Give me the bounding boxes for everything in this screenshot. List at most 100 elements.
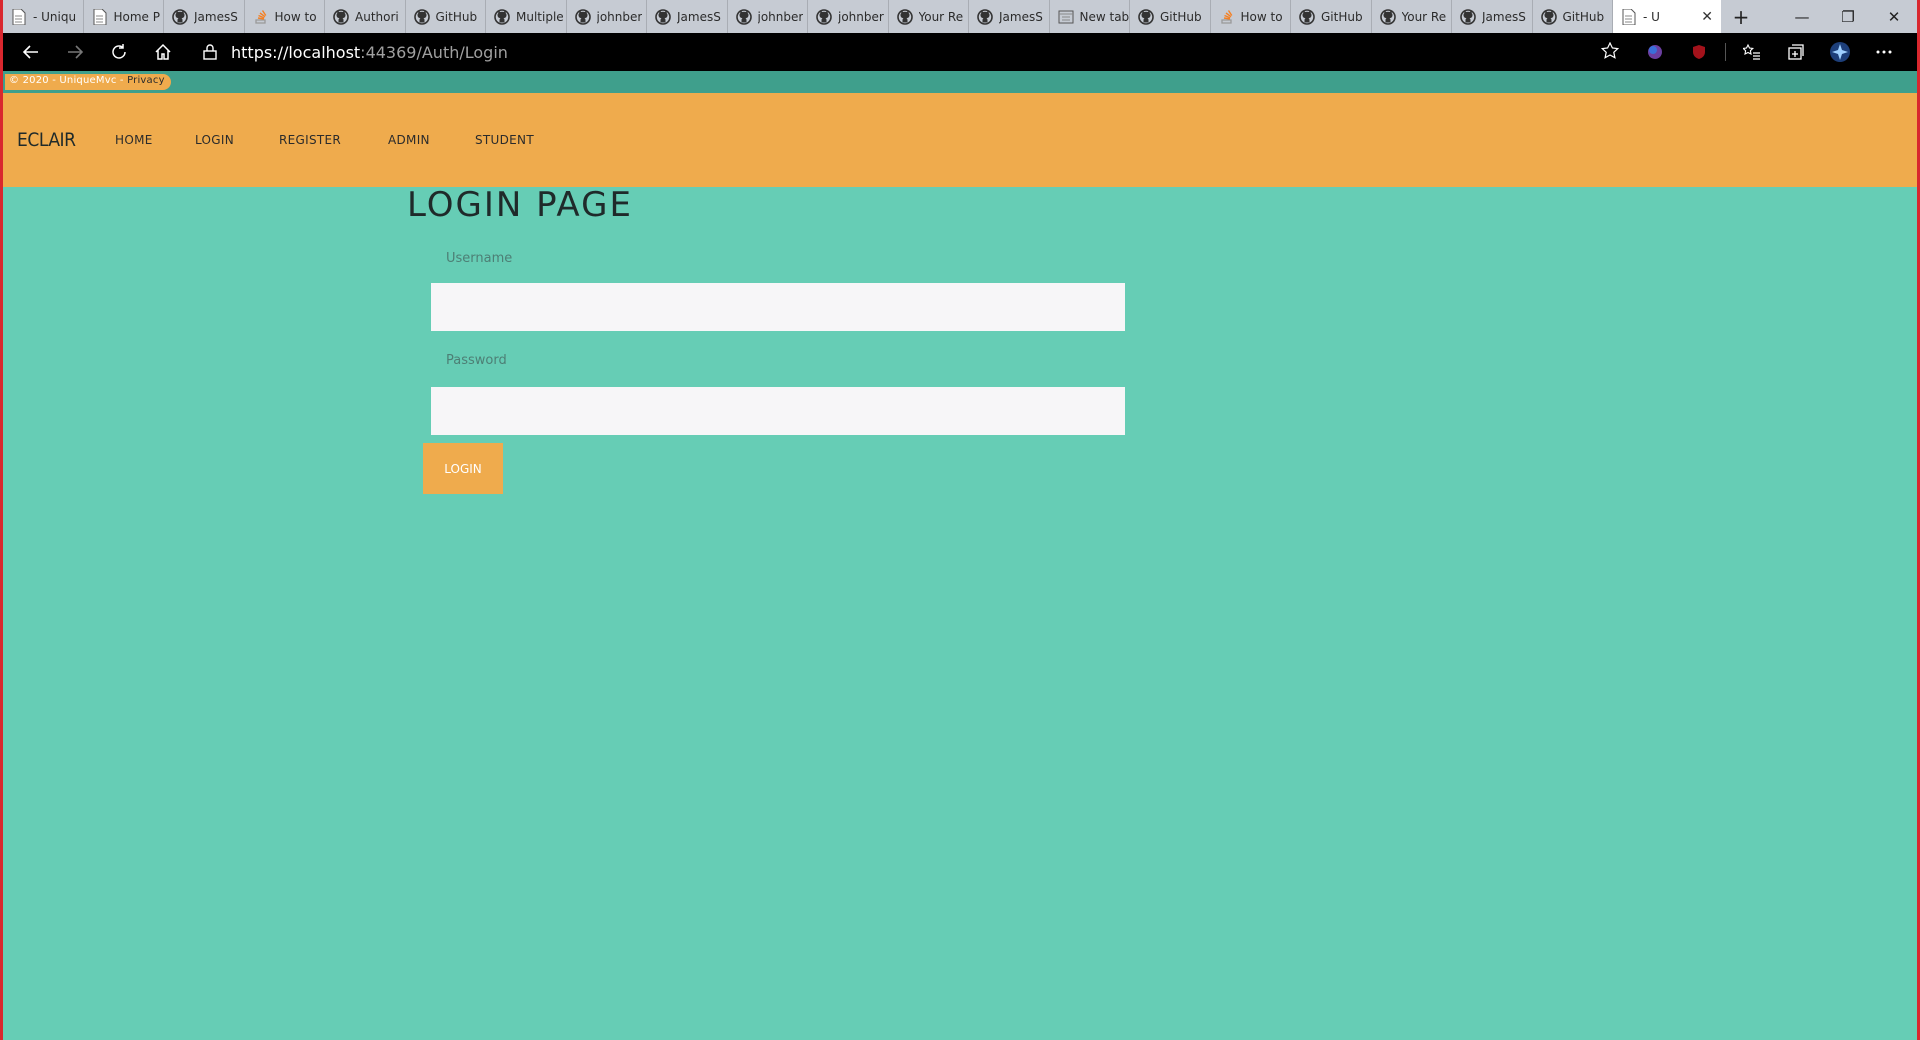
favorites-button[interactable] [1730,33,1774,71]
collections-icon [1788,44,1804,60]
tab-title: GitHub [1321,9,1363,24]
tab-title: New tab [1079,9,1130,24]
tab-title: johnber [757,9,804,24]
refresh-button[interactable] [97,33,141,71]
extension-globe-icon [1648,45,1662,59]
site-navbar: ECLAIR HOME LOGIN REGISTER ADMIN STUDENT [3,93,1917,187]
tab-title: - Uniqu [33,9,77,24]
page-icon [1621,8,1637,25]
tab-title: Your Re [1401,9,1447,24]
tab-list: - Uniqu Home P JamesS How to Authori GitHub Mu… [3,0,1613,33]
browser-tab[interactable]: How to [1211,0,1291,33]
tab-title: Home P [113,9,161,24]
page-title: LOGIN PAGE [407,185,633,225]
tab-title: Your Re [918,9,964,24]
back-arrow-icon [22,45,38,59]
github-icon [816,8,832,25]
window-controls: — ❐ ✕ [1779,0,1917,33]
url-path: :44369/Auth/Login [360,42,508,62]
browser-tab[interactable]: New tab [1050,0,1130,33]
browser-tab[interactable]: johnber [808,0,889,33]
github-icon [172,8,188,25]
password-input[interactable] [431,387,1125,435]
toolbar-separator [1725,43,1726,61]
tab-title: JamesS [1482,9,1526,24]
tab-title: How to [1240,9,1283,24]
password-label: Password [446,353,507,368]
restore-button[interactable]: ❐ [1825,0,1871,33]
tab-title: JamesS [194,9,238,24]
refresh-icon [112,44,126,59]
tab-title: Multiple [516,9,564,24]
browser-tab[interactable]: GitHub [1291,0,1372,33]
close-tab-icon[interactable]: ✕ [1701,9,1713,25]
browser-tab[interactable]: GitHub [1533,0,1613,33]
browser-tab[interactable]: johnber [567,0,647,33]
active-tab[interactable]: - U ✕ [1613,0,1721,33]
tab-title: GitHub [1562,9,1605,24]
browser-tab[interactable]: Multiple [486,0,567,33]
stackoverflow-icon [253,9,269,25]
github-icon [1138,8,1154,25]
login-submit-button[interactable]: LOGIN [423,443,503,494]
collections-button[interactable] [1774,33,1818,71]
nav-home-link[interactable]: HOME [115,133,153,147]
copyright-footer: © 2020 - UniqueMvc - Privacy [5,74,171,90]
newtab-icon [1058,9,1074,25]
nav-student-link[interactable]: STUDENT [475,133,534,147]
browser-tab[interactable]: JamesS [647,0,728,33]
back-button[interactable] [9,33,53,71]
browser-tab[interactable]: Your Re [1372,0,1452,33]
extension-button[interactable] [1633,33,1677,71]
browser-tab[interactable]: JamesS [1452,0,1533,33]
extensions-area [1633,33,1906,71]
github-icon [1299,8,1315,25]
browser-tab[interactable]: johnber [728,0,808,33]
browser-tab[interactable]: Home P [84,0,164,33]
lock-icon [203,44,217,60]
nav-login-link[interactable]: LOGIN [195,133,234,147]
favorite-star-icon[interactable] [1600,41,1620,64]
tab-title: Authori [355,9,399,24]
browser-tab[interactable]: How to [245,0,325,33]
close-window-button[interactable]: ✕ [1871,0,1917,33]
profile-button[interactable] [1818,33,1862,71]
tab-title: JamesS [677,9,721,24]
github-icon [413,8,430,25]
url-host: https://localhost [231,42,361,62]
ublock-button[interactable] [1677,33,1721,71]
active-tab-title: - U [1643,9,1660,24]
browser-tab[interactable]: GitHub [406,0,486,33]
new-tab-button[interactable]: + [1721,0,1761,33]
profile-avatar-icon [1830,42,1850,62]
copyright-text: © 2020 - UniqueMvc - [9,75,128,86]
username-input[interactable] [431,283,1125,331]
tab-title: johnber [838,9,884,24]
address-bar[interactable]: https://localhost:44369/Auth/Login [191,36,1629,68]
browser-tab[interactable]: GitHub [1130,0,1211,33]
minimize-button[interactable]: — [1779,0,1825,33]
ublock-icon [1693,45,1705,59]
home-button[interactable] [141,33,185,71]
github-icon [1540,8,1557,25]
tab-title: How to [274,9,317,24]
browser-tab[interactable]: Authori [325,0,406,33]
privacy-link[interactable]: Privacy [127,75,165,86]
footer-band [3,71,1917,93]
github-icon [1379,8,1396,25]
page-icon [11,8,27,25]
url-text: https://localhost:44369/Auth/Login [231,43,508,62]
browser-tab[interactable]: - Uniqu [3,0,84,33]
browser-tab[interactable]: Your Re [889,0,969,33]
nav-register-link[interactable]: REGISTER [279,133,341,147]
github-icon [977,8,993,25]
tab-title: GitHub [1160,9,1202,24]
nav-admin-link[interactable]: ADMIN [388,133,430,147]
home-icon [155,43,171,60]
browser-tab[interactable]: JamesS [969,0,1050,33]
forward-button[interactable] [53,33,97,71]
more-dots-icon [1876,50,1892,54]
browser-tab[interactable]: JamesS [164,0,245,33]
brand-logo[interactable]: ECLAIR [17,129,76,151]
settings-menu-button[interactable] [1862,33,1906,71]
